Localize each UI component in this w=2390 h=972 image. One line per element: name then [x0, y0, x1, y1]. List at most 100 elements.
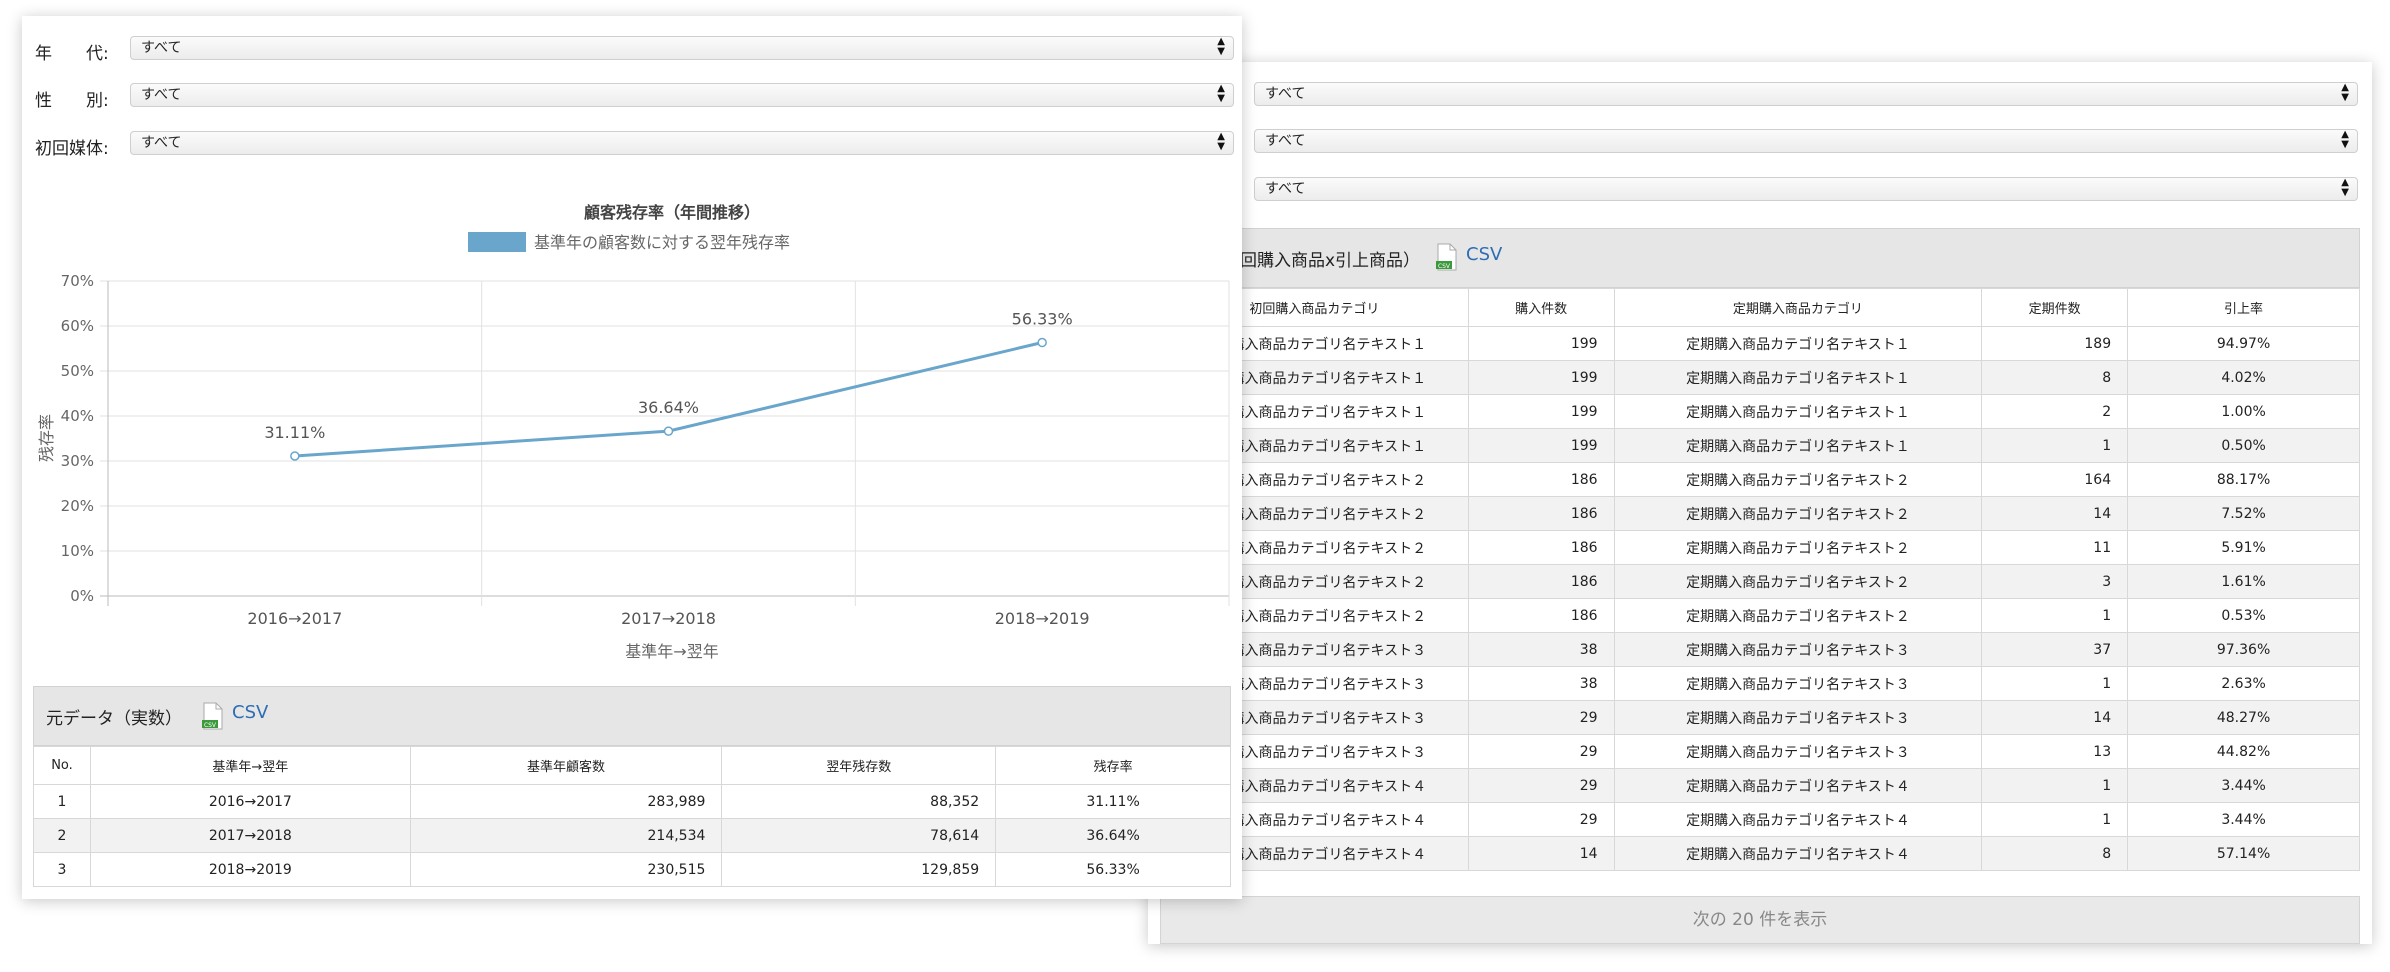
left-csv-link[interactable]: CSV [232, 702, 268, 723]
filter-gender-label: 性 別: [35, 91, 109, 111]
category-upgrade-panel: すべて ▲ ▼ すべて ▲ ▼ すべて ▲ ▼ 回購入商品x引上商品） CSV CSV… [1148, 62, 2372, 944]
table-cell: 5.91% [2127, 530, 2360, 565]
table-row: 初回購入商品カテゴリ名テキスト２ 186 定期購入商品カテゴリ名テキスト２ 1 0.53… [1160, 598, 2360, 633]
table-cell: 定期購入商品カテゴリ名テキスト３ [1613, 632, 1983, 667]
table-cell: 36.64% [995, 818, 1231, 853]
data-point[interactable] [1037, 337, 1047, 348]
select-arrows-icon: ▲ ▼ [2341, 129, 2349, 150]
table-cell: 3.44% [2127, 768, 2360, 803]
right-filter-gender-select[interactable]: すべて ▲ ▼ [1254, 129, 2358, 153]
select-arrows-icon: ▲ ▼ [1217, 36, 1225, 57]
table-cell: 14 [1981, 496, 2129, 531]
table-cell: 7.52% [2127, 496, 2360, 531]
table-cell: 186 [1467, 462, 1615, 497]
table-cell: 定期購入商品カテゴリ名テキスト２ [1613, 462, 1983, 497]
svg-text:CSV: CSV [204, 722, 217, 729]
x-axis-label: 基準年→翌年 [625, 642, 718, 661]
csv-file-icon[interactable]: CSV [1436, 243, 1458, 271]
table-cell: 199 [1467, 326, 1615, 361]
legend-label: 基準年の顧客数に対する翌年残存率 [534, 233, 790, 252]
filter-media-select[interactable]: すべて ▲ ▼ [130, 131, 1234, 155]
x-tick-label: 2017→2018 [621, 609, 716, 628]
table-cell: 8 [1981, 360, 2129, 395]
table-cell: 29 [1467, 734, 1615, 769]
filter-age-label: 年 代: [35, 44, 109, 64]
right-filter-age-select[interactable]: すべて ▲ ▼ [1254, 82, 2358, 106]
y-tick-label: 70% [61, 272, 94, 290]
table-row: 初回購入商品カテゴリ名テキスト２ 186 定期購入商品カテゴリ名テキスト２ 164 88… [1160, 462, 2360, 497]
select-arrows-icon: ▲ ▼ [1217, 131, 1225, 152]
table-cell: 定期購入商品カテゴリ名テキスト３ [1613, 700, 1983, 735]
table-row: 初回購入商品カテゴリ名テキスト２ 186 定期購入商品カテゴリ名テキスト２ 14 7.5… [1160, 496, 2360, 531]
x-tick-label: 2016→2017 [247, 609, 342, 628]
right-filter-age-value: すべて [1265, 86, 1306, 102]
table-cell: 199 [1467, 360, 1615, 395]
table-row: 初回購入商品カテゴリ名テキスト４ 29 定期購入商品カテゴリ名テキスト４ 1 3.44% [1160, 768, 2360, 803]
y-tick-label: 10% [61, 542, 94, 560]
retention-raw-table: No. 基準年→翌年 基準年顧客数 翌年残存数 残存率 1 2016→2017 283,98… [33, 746, 1231, 887]
x-tick-label: 2018→2019 [995, 609, 1090, 628]
table-cell: 1 [1981, 598, 2129, 633]
filter-gender-select[interactable]: すべて ▲ ▼ [130, 83, 1234, 107]
select-arrows-icon: ▲ ▼ [2341, 82, 2349, 103]
table-cell: 2018→2019 [89, 852, 411, 887]
table-cell: 定期購入商品カテゴリ名テキスト２ [1613, 598, 1983, 633]
table-cell: 定期購入商品カテゴリ名テキスト２ [1613, 496, 1983, 531]
category-upgrade-table: 初回購入商品カテゴリ 購入件数 定期購入商品カテゴリ 定期件数 引上率 初回購入商品カテ… [1160, 288, 2360, 871]
table-cell: 1.00% [2127, 394, 2360, 429]
filter-age-row: 年 代: すべて ▲ ▼ [22, 36, 1242, 64]
y-axis-label: 残存率 [37, 414, 56, 462]
csv-file-icon[interactable]: CSV [202, 702, 224, 730]
table-cell: 31.11% [995, 784, 1231, 819]
filter-media-row: 初回媒体: すべて ▲ ▼ [22, 131, 1242, 159]
table-cell: 230,515 [409, 852, 723, 887]
table-cell: 29 [1467, 802, 1615, 837]
table-cell: 定期購入商品カテゴリ名テキスト２ [1613, 564, 1983, 599]
table-cell: 定期購入商品カテゴリ名テキスト２ [1613, 530, 1983, 565]
filter-media-label: 初回媒体: [35, 139, 109, 159]
table-cell: 4.02% [2127, 360, 2360, 395]
table-row: 初回購入商品カテゴリ名テキスト３ 38 定期購入商品カテゴリ名テキスト３ 1 2.63% [1160, 666, 2360, 701]
right-csv-link[interactable]: CSV [1466, 244, 1502, 265]
left-table-header-cell: 残存率 [995, 746, 1231, 785]
right-table-header-cell: 定期件数 [1981, 288, 2129, 327]
table-cell: 48.27% [2127, 700, 2360, 735]
table-row: 初回購入商品カテゴリ名テキスト１ 199 定期購入商品カテゴリ名テキスト１ 2 1.00… [1160, 394, 2360, 429]
right-filter-media-select[interactable]: すべて ▲ ▼ [1254, 177, 2358, 201]
left-table-header-cell: 基準年→翌年 [89, 746, 411, 785]
table-cell: 199 [1467, 428, 1615, 463]
table-row: 初回購入商品カテゴリ名テキスト２ 186 定期購入商品カテゴリ名テキスト２ 11 5.9… [1160, 530, 2360, 565]
table-cell: 3 [33, 852, 91, 887]
table-cell: 定期購入商品カテゴリ名テキスト３ [1613, 734, 1983, 769]
right-filter-gender-value: すべて [1265, 133, 1306, 149]
table-cell: 1 [1981, 802, 2129, 837]
table-cell: 13 [1981, 734, 2129, 769]
table-cell: 1 [33, 784, 91, 819]
table-cell: 14 [1981, 700, 2129, 735]
table-cell: 56.33% [995, 852, 1231, 887]
y-tick-label: 20% [61, 497, 94, 515]
data-point[interactable] [290, 451, 300, 461]
data-label: 36.64% [638, 398, 699, 417]
table-cell: 定期購入商品カテゴリ名テキスト１ [1613, 326, 1983, 361]
table-cell: 0.50% [2127, 428, 2360, 463]
y-tick-label: 50% [61, 362, 94, 380]
table-cell: 214,534 [409, 818, 723, 853]
show-next-20-button[interactable]: 次の 20 件を表示 [1160, 896, 2360, 944]
filter-age-select[interactable]: すべて ▲ ▼ [130, 36, 1234, 60]
table-cell: 186 [1467, 530, 1615, 565]
filter-gender-value: すべて [141, 87, 182, 103]
table-cell: 129,859 [721, 852, 997, 887]
table-cell: 定期購入商品カテゴリ名テキスト１ [1613, 428, 1983, 463]
table-row: 初回購入商品カテゴリ名テキスト３ 38 定期購入商品カテゴリ名テキスト３ 37 97.3… [1160, 632, 2360, 667]
table-cell: 37 [1981, 632, 2129, 667]
data-label: 56.33% [1012, 310, 1073, 329]
data-point[interactable] [663, 426, 674, 436]
retention-line-chart: 顧客残存率（年間推移） 基準年の顧客数に対する翌年残存率 残存率 基準年→翌年 … [37, 203, 1230, 661]
table-cell: 定期購入商品カテゴリ名テキスト４ [1613, 802, 1983, 837]
table-cell: 0.53% [2127, 598, 2360, 633]
svg-text:CSV: CSV [1438, 263, 1451, 270]
table-cell: 97.36% [2127, 632, 2360, 667]
table-cell: 1.61% [2127, 564, 2360, 599]
table-cell: 94.97% [2127, 326, 2360, 361]
